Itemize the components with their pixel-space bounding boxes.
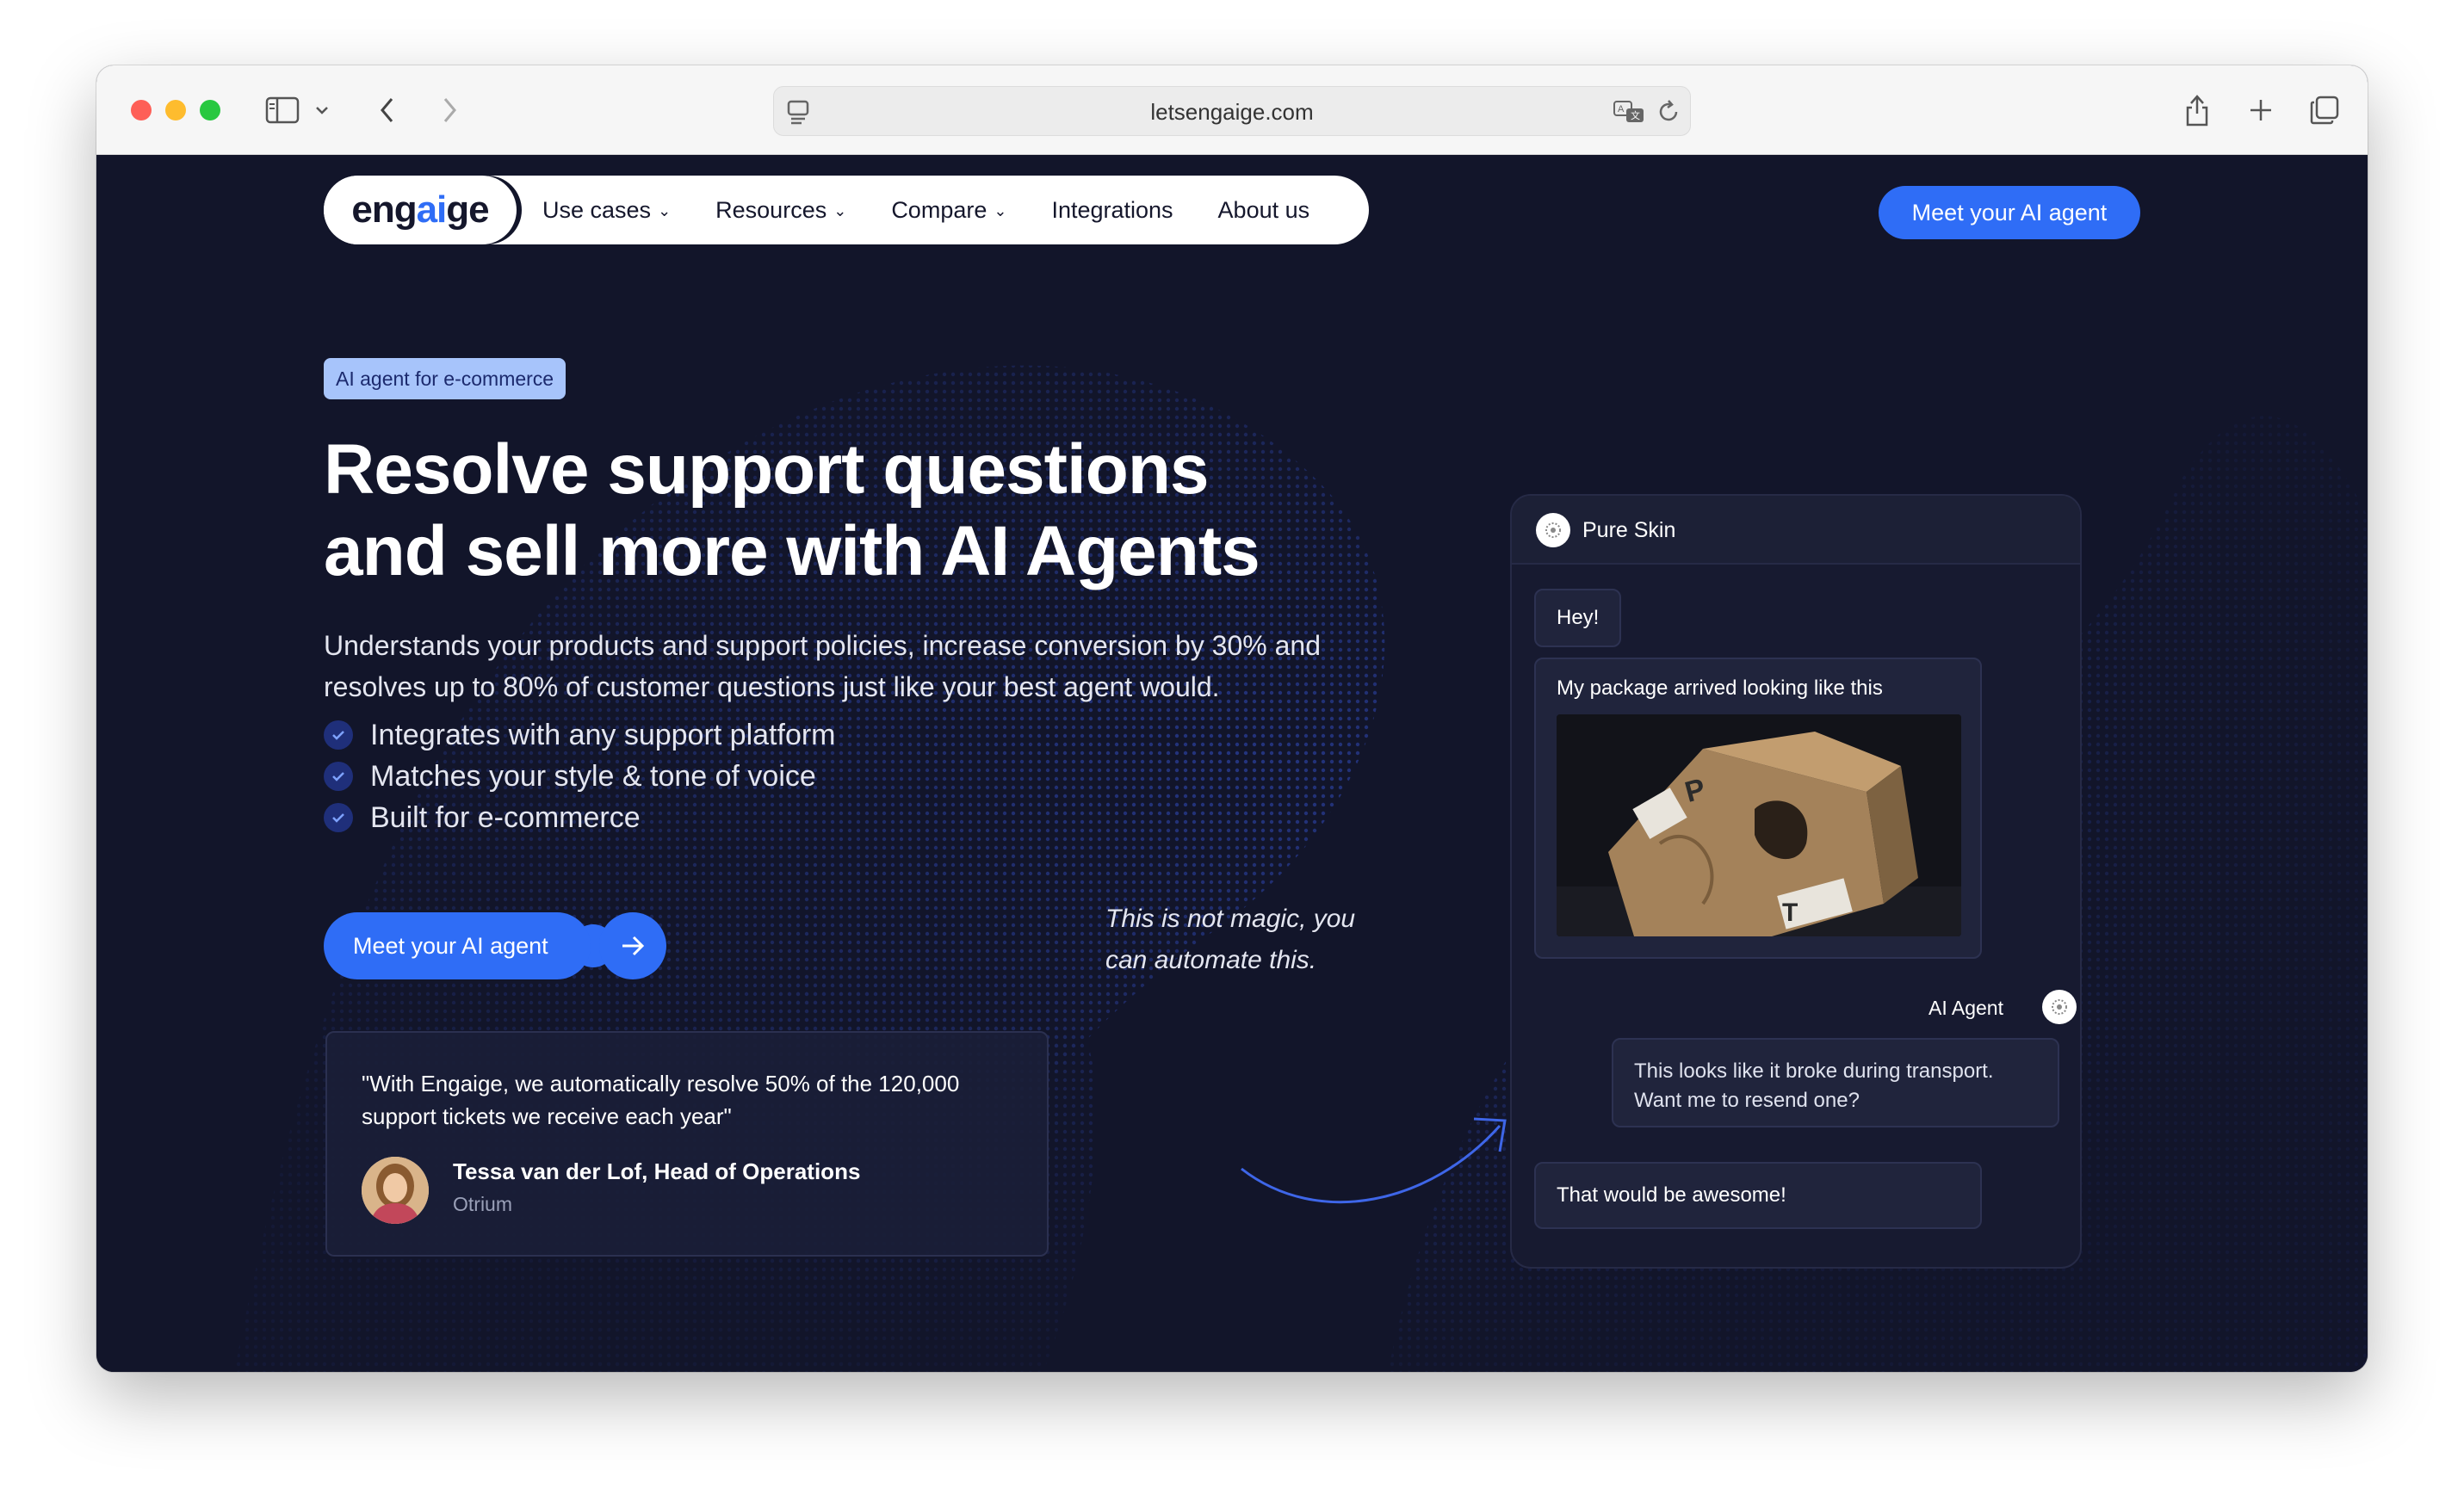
chat-header: Pure Skin (1512, 496, 2080, 565)
chat-brand-name: Pure Skin (1582, 518, 1676, 542)
sidebar-icon[interactable] (262, 90, 303, 131)
check-item: Built for e-commerce (324, 797, 836, 838)
chevron-down-icon: ⌄ (994, 201, 1007, 219)
check-item: Matches your style & tone of voice (324, 756, 836, 797)
testimonial-name: Tessa van der Lof, Head of Operations (453, 1158, 861, 1184)
minimize-window-button[interactable] (165, 100, 186, 120)
logo-text-end: ge (446, 188, 489, 231)
browser-toolbar: letsengaige.com A文 (96, 65, 2368, 155)
nav-label: Resources (715, 196, 827, 223)
check-item: Integrates with any support platform (324, 714, 836, 756)
nav-about-us[interactable]: About us (1218, 197, 1310, 224)
testimonial-card: "With Engaige, we automatically resolve … (325, 1031, 1049, 1257)
share-icon[interactable] (2176, 90, 2218, 131)
check-label: Built for e-commerce (370, 800, 641, 834)
headline-line-2: and sell more with AI Agents (324, 512, 1260, 590)
chevron-down-icon: ⌄ (833, 201, 847, 219)
nav-use-cases[interactable]: Use cases ⌄ (542, 197, 671, 224)
translate-icon[interactable]: A文 (1613, 99, 1645, 129)
feature-checklist: Integrates with any support platform Mat… (324, 714, 836, 838)
arrow-right-icon[interactable] (599, 912, 666, 979)
reload-icon[interactable] (1656, 99, 1681, 129)
agent-avatar-icon (2042, 990, 2077, 1024)
svg-text:文: 文 (1631, 109, 1640, 121)
magic-note: This is not magic, you can automate this… (1105, 905, 1356, 974)
chevron-down-icon: ⌄ (658, 201, 672, 219)
maximize-window-button[interactable] (200, 100, 220, 120)
nav-items: Use cases ⌄ Resources ⌄ Compare ⌄ Integrati… (542, 176, 1354, 244)
testimonial-quote: "With Engaige, we automatically resolve … (362, 1071, 960, 1129)
hero-headline: Resolve support questions and sell more … (324, 429, 1357, 592)
avatar (362, 1157, 429, 1224)
brand-logo-icon (1536, 513, 1570, 547)
back-icon[interactable] (367, 90, 408, 131)
chat-demo-card: Pure Skin Hey! My package arrived lookin… (1510, 494, 2082, 1269)
tabs-overview-icon[interactable] (2304, 90, 2345, 131)
nav-label: About us (1217, 196, 1310, 223)
logo-text-ai: ai (416, 188, 448, 231)
customer-message: Hey! (1534, 589, 1622, 647)
close-window-button[interactable] (131, 100, 152, 120)
hero-subtext: Understands your products and support po… (324, 630, 1321, 702)
forward-icon[interactable] (429, 90, 470, 131)
nav-label: Integrations (1051, 196, 1173, 223)
chevron-down-icon[interactable] (308, 90, 336, 131)
check-label: Integrates with any support platform (370, 718, 836, 751)
customer-message: My package arrived looking like this P T (1534, 658, 1982, 959)
nav-label: Use cases (542, 196, 652, 223)
category-badge: AI agent for e-commerce (324, 358, 566, 399)
svg-text:A: A (1618, 104, 1625, 114)
agent-label: AI Agent (1928, 997, 2003, 1019)
logo-text-start: eng (351, 188, 417, 231)
check-icon (324, 762, 353, 791)
nav-label: Compare (891, 196, 987, 223)
nav-compare[interactable]: Compare ⌄ (891, 197, 1006, 224)
check-icon (324, 803, 353, 832)
curved-arrow-icon (1241, 1117, 1507, 1204)
engaige-logo[interactable]: eng ai ge (324, 176, 517, 244)
check-label: Matches your style & tone of voice (370, 759, 816, 793)
check-icon (324, 720, 353, 750)
nav-resources[interactable]: Resources ⌄ (715, 197, 846, 224)
url-text: letsengaige.com (1150, 99, 1314, 125)
nav-integrations[interactable]: Integrations (1051, 197, 1173, 224)
damaged-package-image: P T (1557, 714, 1961, 936)
browser-window: letsengaige.com A文 eng ai ge Use cases ⌄… (96, 65, 2368, 1372)
landing-page: eng ai ge Use cases ⌄ Resources ⌄ Compare ⌄ I… (96, 155, 2368, 1372)
meet-agent-hero-button[interactable]: Meet your AI agent (324, 912, 591, 979)
svg-text:T: T (1782, 899, 1798, 927)
testimonial-company: Otrium (453, 1193, 512, 1215)
address-bar[interactable]: letsengaige.com A文 (773, 86, 1691, 136)
new-tab-icon[interactable] (2240, 90, 2281, 131)
meet-agent-nav-button[interactable]: Meet your AI agent (1879, 186, 2140, 239)
headline-line-1: Resolve support questions (324, 430, 1210, 509)
message-text: My package arrived looking like this (1557, 676, 1883, 700)
agent-message: This looks like it broke during transpor… (1612, 1038, 2059, 1127)
customer-message: That would be awesome! (1534, 1162, 1982, 1229)
